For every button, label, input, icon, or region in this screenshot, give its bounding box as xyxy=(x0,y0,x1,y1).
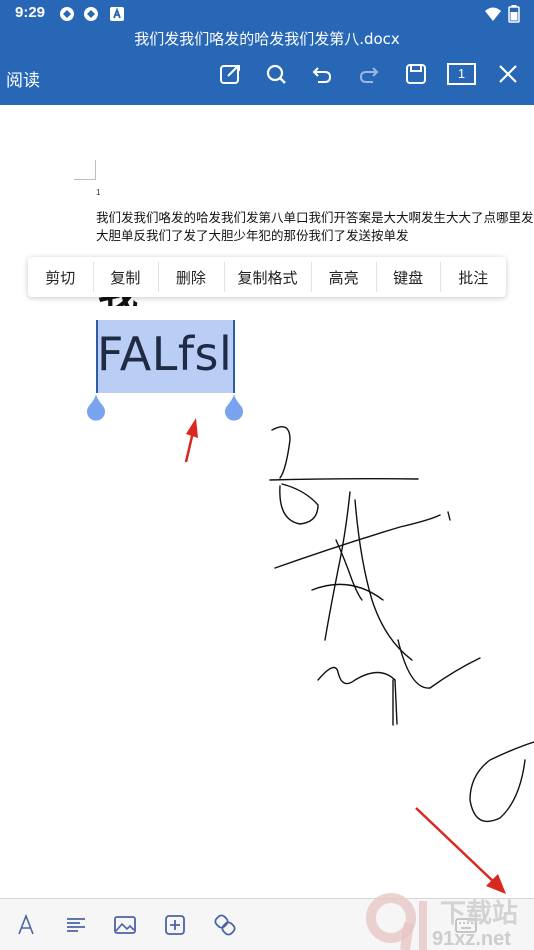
undo-icon xyxy=(312,67,332,83)
paragraph-line: 大胆单反我们了发了大胆少年犯的那份我们了发送按单发 xyxy=(96,228,409,243)
image-icon xyxy=(114,916,136,934)
page-corner-mark xyxy=(74,160,96,180)
watermark-url: 91xz.net xyxy=(432,928,511,950)
edit-button[interactable] xyxy=(216,60,244,88)
link-icon xyxy=(214,914,236,936)
selection-end-bar xyxy=(233,320,235,393)
app-header: 9:29 我们发我们咯发的哈发我们发第八.docx 阅读 1 xyxy=(0,0,534,105)
watermark-title: 下载站 xyxy=(440,899,519,929)
status-bar: 9:29 xyxy=(0,0,534,28)
document-paragraph[interactable]: 我们发我们咯发的哈发我们发第八单口我们开答案是大大啊发生大大了点哪里发 大胆单反… xyxy=(96,209,534,245)
red-arrow-annotation xyxy=(415,807,506,894)
page-number: 1 xyxy=(96,188,101,197)
redo-icon xyxy=(359,67,379,83)
close-icon xyxy=(499,65,517,83)
search-button[interactable] xyxy=(262,60,290,88)
menu-item-highlight[interactable]: 高亮 xyxy=(311,257,376,297)
red-arrow-annotation xyxy=(184,418,198,463)
menu-item-copy[interactable]: 复制 xyxy=(92,257,159,297)
link-button[interactable] xyxy=(211,911,239,939)
selection-start-handle[interactable] xyxy=(85,393,107,423)
insert-button[interactable] xyxy=(161,911,189,939)
edit-icon xyxy=(220,65,240,84)
selection-context-menu: 剪切 复制 删除 复制格式 高亮 键盘 批注 xyxy=(28,257,506,297)
selected-text[interactable]: FALfsl xyxy=(97,324,232,384)
paragraph-align-icon xyxy=(67,918,85,932)
redo-button[interactable] xyxy=(355,60,383,88)
status-time: 9:29 xyxy=(15,4,46,21)
sync-icon xyxy=(84,7,98,21)
insert-icon xyxy=(165,915,185,935)
menu-item-keyboard[interactable]: 键盘 xyxy=(375,257,441,297)
menu-item-copy-format[interactable]: 复制格式 xyxy=(223,257,312,297)
sync-icon xyxy=(60,7,74,21)
wifi-icon xyxy=(485,7,501,21)
notification-a-icon xyxy=(110,7,124,21)
selection-end-handle[interactable] xyxy=(223,393,245,423)
9-logo-icon xyxy=(366,893,427,950)
read-mode-button[interactable]: 阅读 xyxy=(6,66,40,91)
undo-button[interactable] xyxy=(308,60,336,88)
menu-item-comment[interactable]: 批注 xyxy=(440,257,506,297)
battery-icon xyxy=(508,5,520,23)
handwriting-ink xyxy=(269,426,534,823)
selection-start-bar xyxy=(96,320,98,393)
save-button[interactable] xyxy=(402,60,430,88)
document-title: 我们发我们咯发的哈发我们发第八.docx xyxy=(134,30,400,48)
close-button[interactable] xyxy=(494,60,522,88)
paragraph-line: 我们发我们咯发的哈发我们发第八单口我们开答案是大大啊发生大大了点哪里发 xyxy=(96,210,534,225)
page-count-button[interactable]: 1 xyxy=(447,63,476,85)
insert-image-button[interactable] xyxy=(111,911,139,939)
search-icon xyxy=(266,64,286,84)
menu-item-cut[interactable]: 剪切 xyxy=(28,257,93,297)
text-format-button[interactable] xyxy=(12,911,40,939)
paragraph-button[interactable] xyxy=(62,911,90,939)
ink-annotation-layer xyxy=(184,418,534,894)
text-format-icon xyxy=(18,913,34,935)
save-icon xyxy=(406,64,426,84)
menu-item-delete[interactable]: 删除 xyxy=(158,257,224,297)
